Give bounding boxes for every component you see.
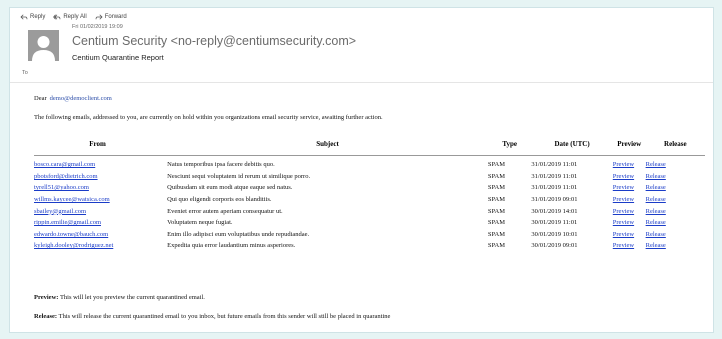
table-header-row: From Subject Type Date (UTC) Preview Rel… [34, 133, 705, 156]
date-cell: 31/01/2019 11:01 [531, 184, 578, 192]
col-header-from: From [34, 133, 162, 156]
table-row: tyrell51@yahoo.com Quibusdam sit eum mod… [34, 182, 705, 194]
type-cell: SPAM [487, 184, 506, 192]
table-row: willms.kaycee@watsica.com Qui quo eligen… [34, 194, 705, 206]
header-divider [10, 82, 713, 83]
to-label: To [22, 70, 28, 76]
date-cell: 31/01/2019 09:01 [531, 196, 578, 204]
avatar-person-icon [32, 36, 55, 61]
sender-email-link[interactable]: tyrell51@yahoo.com [34, 184, 89, 191]
col-header-release: Release [645, 133, 705, 156]
type-cell: SPAM [487, 230, 506, 238]
subject-cell: Enim illo adipisci eum voluptatibus unde… [167, 230, 310, 238]
sender-email-link[interactable]: sbailey@gmail.com [34, 208, 86, 215]
type-cell: SPAM [487, 172, 506, 180]
reply-label: Reply [30, 14, 46, 20]
col-header-subject: Subject [161, 133, 488, 156]
release-explanation: Release: This will release the current q… [34, 313, 390, 320]
preview-explanation-text: This will let you preview the current qu… [59, 294, 205, 301]
preview-explanation-label: Preview: [34, 294, 59, 301]
email-subject: Centium Quarantine Report [72, 53, 164, 62]
subject-cell: Nesciunt sequi voluptatem id rerum ut si… [167, 172, 311, 180]
type-cell: SPAM [487, 219, 506, 227]
subject-cell: Quibusdam sit eum modi atque eaque sed n… [167, 184, 293, 192]
preview-link[interactable]: Preview [613, 231, 634, 238]
date-cell: 31/01/2019 11:01 [531, 172, 578, 180]
release-link[interactable]: Release [646, 161, 666, 168]
reply-all-button[interactable]: Reply All [53, 14, 87, 20]
forward-icon [95, 14, 103, 20]
table-row: rippin.emilie@gmail.com Voluptatem neque… [34, 217, 705, 229]
preview-explanation: Preview: This will let you preview the c… [34, 294, 205, 301]
reply-all-icon [53, 14, 61, 20]
table-row: kyleigh.dooley@rodriguez.net Expedita qu… [34, 240, 705, 252]
sender-email-link[interactable]: willms.kaycee@watsica.com [34, 196, 110, 203]
sender-email-link[interactable]: edwardo.towne@bauch.com [34, 231, 108, 238]
email-date: Fri 01/02/2019 19:09 [72, 24, 123, 30]
table-row: bosco.cara@gmail.com Natus temporibus ip… [34, 156, 705, 171]
release-link[interactable]: Release [646, 208, 666, 215]
col-header-preview: Preview [612, 133, 646, 156]
date-cell: 30/01/2019 14:01 [531, 207, 578, 215]
type-cell: SPAM [487, 161, 506, 169]
subject-cell: Qui quo eligendi corporis eos blanditiis… [167, 196, 272, 204]
preview-link[interactable]: Preview [613, 184, 634, 191]
avatar [28, 30, 59, 61]
reply-button[interactable]: Reply [20, 14, 45, 20]
forward-button[interactable]: Forward [95, 14, 127, 20]
date-cell: 31/01/2019 11:01 [531, 161, 578, 169]
release-explanation-text: This will release the current quarantine… [58, 313, 391, 320]
sender-email-link[interactable]: kyleigh.dooley@rodriguez.net [34, 242, 113, 249]
release-link[interactable]: Release [646, 196, 666, 203]
type-cell: SPAM [487, 207, 506, 215]
subject-cell: Voluptatem neque fugiat. [167, 219, 233, 227]
preview-link[interactable]: Preview [613, 173, 634, 180]
sender-email-link[interactable]: pbotsford@dietrich.com [34, 173, 98, 180]
reply-all-label: Reply All [63, 14, 87, 20]
date-cell: 30/01/2019 09:01 [531, 242, 578, 250]
preview-link[interactable]: Preview [613, 219, 634, 226]
type-cell: SPAM [487, 196, 506, 204]
release-link[interactable]: Release [646, 184, 666, 191]
date-cell: 30/01/2019 11:01 [531, 219, 578, 227]
recipient-link[interactable]: demo@democlient.com [50, 95, 112, 102]
table-row: pbotsford@dietrich.com Nesciunt sequi vo… [34, 171, 705, 183]
quarantine-table: From Subject Type Date (UTC) Preview Rel… [34, 133, 705, 252]
greeting: Dear demo@democlient.com [34, 95, 112, 102]
date-cell: 30/01/2019 10:01 [531, 230, 578, 238]
preview-link[interactable]: Preview [613, 161, 634, 168]
type-cell: SPAM [487, 242, 506, 250]
email-reading-pane: Reply Reply All Forward Fri 01/02/2019 1… [9, 7, 714, 333]
preview-link[interactable]: Preview [613, 196, 634, 203]
subject-cell: Expedita quia error laudantium minus asp… [167, 242, 296, 250]
subject-cell: Eveniet error autem aperiam consequatur … [167, 207, 283, 215]
subject-cell: Natus temporibus ipsa facere debitis quo… [167, 161, 275, 169]
release-link[interactable]: Release [646, 173, 666, 180]
email-toolbar: Reply Reply All Forward [20, 14, 127, 20]
preview-link[interactable]: Preview [613, 208, 634, 215]
intro-text: The following emails, addressed to you, … [34, 114, 383, 121]
release-explanation-label: Release: [34, 313, 58, 320]
preview-link[interactable]: Preview [613, 242, 634, 249]
col-header-type: Type [487, 133, 532, 156]
table-row: sbailey@gmail.com Eveniet error autem ap… [34, 205, 705, 217]
col-header-date: Date (UTC) [531, 133, 613, 156]
release-link[interactable]: Release [646, 242, 666, 249]
forward-label: Forward [104, 14, 127, 20]
sender-email-link[interactable]: bosco.cara@gmail.com [34, 161, 95, 168]
table-row: edwardo.towne@bauch.com Enim illo adipis… [34, 229, 705, 241]
sender-email-link[interactable]: rippin.emilie@gmail.com [34, 219, 101, 226]
reply-icon [20, 14, 28, 20]
release-link[interactable]: Release [646, 219, 666, 226]
sender-name[interactable]: Centium Security <no-reply@centiumsecuri… [72, 34, 356, 48]
greeting-text: Dear [34, 95, 47, 102]
release-link[interactable]: Release [646, 231, 666, 238]
